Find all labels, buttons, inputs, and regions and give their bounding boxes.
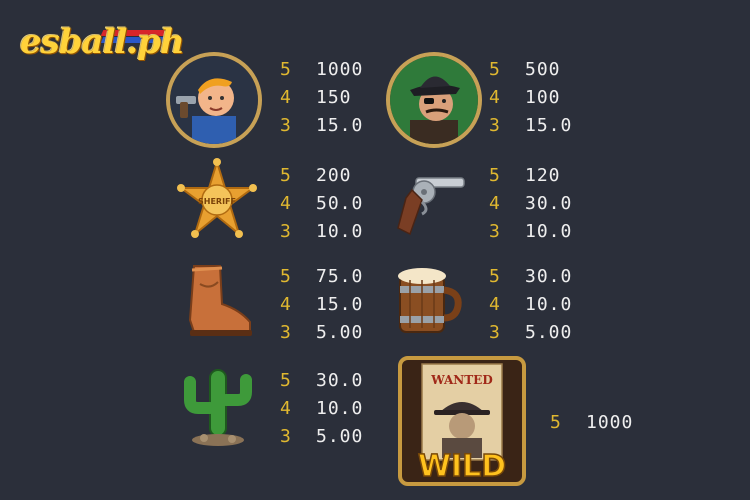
wanted-label: WANTED (430, 373, 492, 387)
pay-value: 120 (525, 165, 561, 186)
pay-value: 15.0 (525, 115, 573, 136)
pay-count: 4 (280, 87, 292, 108)
sheriff-label: SHERIFF (198, 197, 236, 206)
pay-value: 150 (316, 87, 352, 108)
pay-value: 10.0 (316, 221, 364, 242)
pay-value: 75.0 (316, 266, 364, 287)
pay-value: 30.0 (316, 370, 364, 391)
pay-count: 3 (280, 221, 292, 242)
pay-count: 4 (489, 294, 501, 315)
pay-count: 3 (489, 221, 501, 242)
pay-value: 10.0 (525, 221, 573, 242)
pay-value: 15.0 (316, 115, 364, 136)
pay-count: 4 (489, 193, 501, 214)
pay-value: 200 (316, 165, 352, 186)
pay-value: 15.0 (316, 294, 364, 315)
beer-mug-icon (394, 262, 464, 346)
pay-value: 30.0 (525, 266, 573, 287)
pay-count: 4 (280, 193, 292, 214)
pay-count: 5 (280, 59, 292, 80)
pay-value: 1000 (586, 412, 634, 433)
pay-value: 5.00 (525, 322, 573, 343)
pay-count: 5 (489, 59, 501, 80)
pay-count: 5 (489, 165, 501, 186)
pay-count: 3 (280, 426, 292, 447)
sheriff-badge-icon: SHERIFF (175, 158, 259, 246)
pay-value: 10.0 (316, 398, 364, 419)
symbol-bandit: 5 500 4 100 3 15.0 (0, 0, 571, 148)
pay-value: 30.0 (525, 193, 573, 214)
pay-value: 5.00 (316, 322, 364, 343)
boot-icon (180, 260, 256, 344)
pay-count: 5 (280, 370, 292, 391)
pay-count: 5 (550, 412, 562, 433)
pay-count: 5 (280, 266, 292, 287)
cowboy-icon (166, 52, 262, 148)
pay-count: 3 (489, 322, 501, 343)
pay-count: 5 (489, 266, 501, 287)
cactus-icon (182, 364, 254, 452)
pay-value: 1000 (316, 59, 364, 80)
pay-count: 3 (280, 115, 292, 136)
pay-count: 4 (280, 294, 292, 315)
pay-value: 50.0 (316, 193, 364, 214)
pay-value: 100 (525, 87, 561, 108)
pay-count: 3 (489, 115, 501, 136)
pay-value: 500 (525, 59, 561, 80)
pay-count: 3 (280, 322, 292, 343)
pay-value: 5.00 (316, 426, 364, 447)
pay-count: 5 (280, 165, 292, 186)
pay-count: 4 (280, 398, 292, 419)
pay-value: 10.0 (525, 294, 573, 315)
wild-label: WILD (418, 449, 506, 484)
pay-count: 4 (489, 87, 501, 108)
wild-wanted-poster-icon: WANTED WILD (394, 356, 530, 490)
bandit-icon (386, 52, 482, 148)
revolver-icon (392, 160, 472, 244)
